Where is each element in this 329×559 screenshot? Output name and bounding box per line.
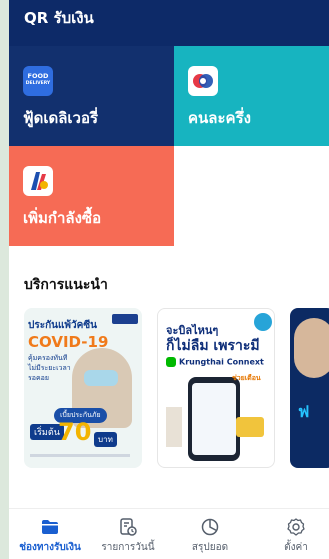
gear-icon [286,517,306,537]
banner-third[interactable]: ฟ [290,308,329,468]
nav-settings-label: ตั้งค่า [284,542,308,553]
nav-settings[interactable]: ตั้งค่า [256,509,329,559]
banner-connext-app: Krungthai Connext [166,357,264,367]
half-half-icon [188,66,218,96]
banner-covid-insurance[interactable]: ประกันแพ้วัคซีน COVID-19 คุ้มครองทันที ไ… [24,308,142,468]
bill-card-image [236,417,264,437]
banner-connext-app-label: Krungthai Connext [179,357,264,367]
section-title-recommended: บริการแนะนำ [24,277,108,293]
face-mask-image [84,370,118,386]
food-icon-subtext: DELIVERY [25,81,51,86]
tile-qr-receive[interactable]: QR รับเงิน [9,0,329,46]
tile-half-half[interactable]: คนละครึ่ง [174,46,329,146]
phone-screen-image [192,383,236,455]
left-edge-strip [0,0,9,559]
nav-summary-label: สรุปยอด [191,542,229,553]
banner-vaccine-line3: คุ้มครองทันที ไม่มีระยะเวลารอคอย [28,354,71,382]
tile-boost-label: เพิ่มกำลังซื้อ [23,209,102,227]
bottom-navigation: ช่องทางรับเงิน รายการวันนี้ สรุปยอด ตั้ง… [9,508,329,559]
banner-krungthai-connext[interactable]: จะบิลไหนๆ ก็ไม่ลืม เพราะมี Krungthai Con… [157,308,275,468]
tile-food-label: ฟู้ดเดลิเวอรี่ [23,109,99,127]
fine-print [30,454,130,457]
nav-payment-channels[interactable]: ช่องทางรับเงิน [10,509,90,559]
tile-empty-slot [174,146,329,246]
banner-connext-line2: ก็ไม่ลืม เพราะมี [166,338,260,354]
food-delivery-icon: FOOD DELIVERY [23,66,53,96]
tile-food-delivery[interactable]: FOOD DELIVERY ฟู้ดเดลิเวอรี่ [9,46,174,146]
counter-image [166,407,182,447]
banner-vaccine-unit: บาท [94,432,117,447]
boost-purchase-icon [23,166,53,196]
food-icon-text: FOOD [27,72,49,80]
banner-third-text: ฟ [298,402,310,421]
banner-connext-help: ช่วยเตือน [232,374,261,382]
pie-chart-icon [200,517,220,537]
nav-today-transactions[interactable]: รายการวันนี้ [88,509,168,559]
tile-boost-purchase[interactable]: เพิ่มกำลังซื้อ [9,146,174,246]
app-screen: QR รับเงิน FOOD DELIVERY ฟู้ดเดลิเวอรี่ … [0,0,329,559]
person-image [294,318,329,378]
nav-summary[interactable]: สรุปยอด [170,509,250,559]
connext-badge-icon [254,313,272,331]
banner-vaccine-line1: ประกันแพ้วัคซีน [28,320,97,331]
nav-today-transactions-label: รายการวันนี้ [101,542,155,553]
banner-vaccine-amount: 70 [58,418,92,446]
receipt-clock-icon [118,517,138,537]
folder-icon [40,517,60,537]
tile-qr-label: QR รับเงิน [24,9,94,27]
insurer-logo [112,314,138,324]
line-app-icon [166,357,176,367]
nav-payment-channels-label: ช่องทางรับเงิน [19,542,81,553]
tile-half-half-label: คนละครึ่ง [188,109,251,127]
